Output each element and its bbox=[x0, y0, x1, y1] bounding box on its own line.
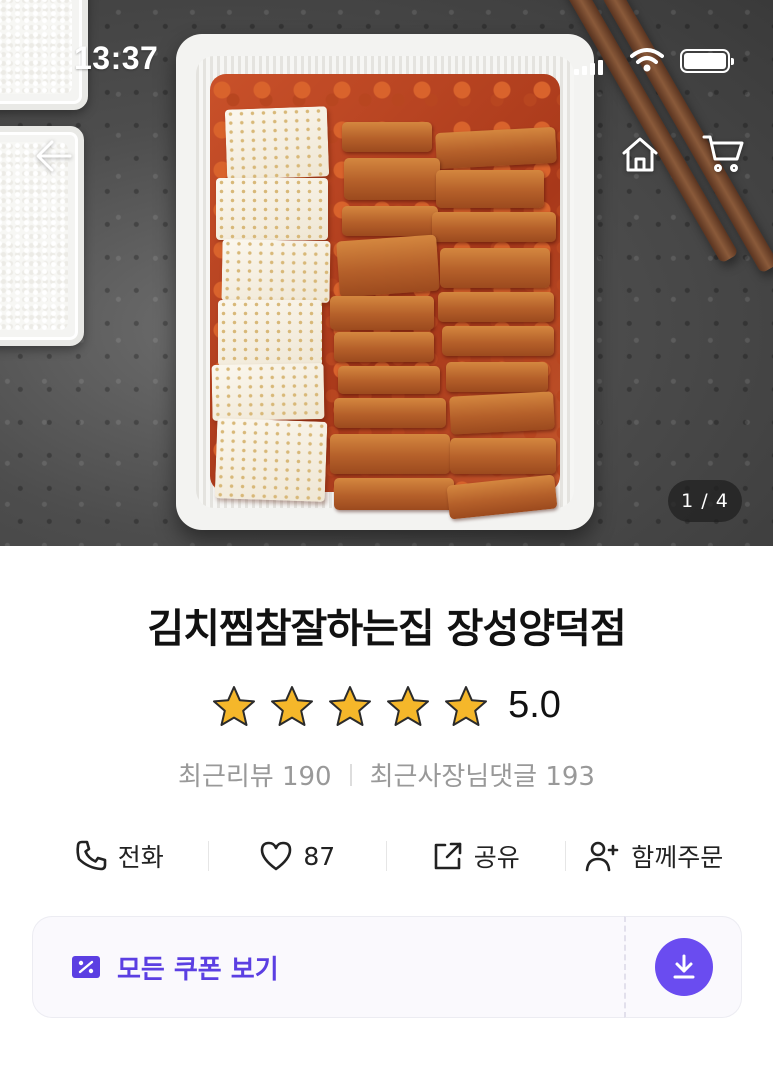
home-button[interactable] bbox=[616, 130, 664, 178]
coupon-icon bbox=[72, 956, 100, 978]
cellular-signal-icon bbox=[574, 60, 603, 75]
group-order-button[interactable]: 함께주문 bbox=[566, 838, 744, 874]
rating-value: 5.0 bbox=[508, 684, 561, 726]
user-plus-icon bbox=[585, 841, 619, 872]
arrow-left-icon bbox=[36, 140, 72, 172]
cart-icon bbox=[702, 135, 744, 172]
cart-button[interactable] bbox=[698, 128, 748, 178]
group-order-label: 함께주문 bbox=[631, 843, 724, 872]
call-label: 전화 bbox=[117, 843, 164, 872]
star-icon bbox=[213, 685, 256, 726]
status-time: 13:37 bbox=[74, 40, 159, 76]
divider bbox=[349, 763, 352, 786]
phone-icon bbox=[76, 840, 107, 871]
home-icon bbox=[622, 137, 658, 172]
like-button[interactable]: 87 bbox=[209, 840, 387, 872]
food-tray-image bbox=[176, 34, 594, 530]
star-icon bbox=[387, 685, 430, 726]
like-count: 87 bbox=[303, 841, 336, 871]
image-counter: 1 / 4 bbox=[668, 480, 742, 522]
battery-icon bbox=[680, 49, 734, 73]
store-action-bar: 전화 87 공유 함께주문 bbox=[30, 830, 743, 882]
star-icon bbox=[271, 685, 314, 726]
owner-replies-link[interactable]: 최근사장님댓글 193 bbox=[370, 756, 595, 793]
store-photo[interactable]: 13:37 1 / 4 bbox=[0, 0, 773, 546]
rating-row[interactable]: 5.0 bbox=[0, 684, 773, 727]
download-icon bbox=[673, 954, 694, 979]
coupon-label: 모든 쿠폰 보기 bbox=[117, 954, 279, 985]
star-icon bbox=[445, 685, 488, 726]
star-icon bbox=[329, 685, 372, 726]
status-bar: 13:37 bbox=[0, 0, 773, 76]
back-button[interactable] bbox=[30, 132, 78, 180]
call-button[interactable]: 전화 bbox=[30, 838, 208, 874]
share-icon bbox=[434, 842, 462, 870]
view-all-coupons-button[interactable]: 모든 쿠폰 보기 bbox=[32, 916, 624, 1018]
store-name: 김치찜참잘하는집 장성양덕점 bbox=[147, 606, 626, 652]
coupon-banner: 모든 쿠폰 보기 bbox=[32, 916, 742, 1018]
share-label: 공유 bbox=[473, 843, 520, 872]
review-summary[interactable]: 최근리뷰 190 최근사장님댓글 193 bbox=[0, 756, 773, 793]
heart-icon bbox=[261, 841, 292, 871]
share-button[interactable]: 공유 bbox=[387, 838, 565, 874]
coupon-download-area bbox=[624, 916, 742, 1018]
wifi-icon bbox=[630, 48, 664, 72]
coupon-download-button[interactable] bbox=[654, 938, 713, 996]
star-rating bbox=[212, 685, 488, 727]
recent-reviews-link[interactable]: 최근리뷰 190 bbox=[178, 756, 332, 793]
